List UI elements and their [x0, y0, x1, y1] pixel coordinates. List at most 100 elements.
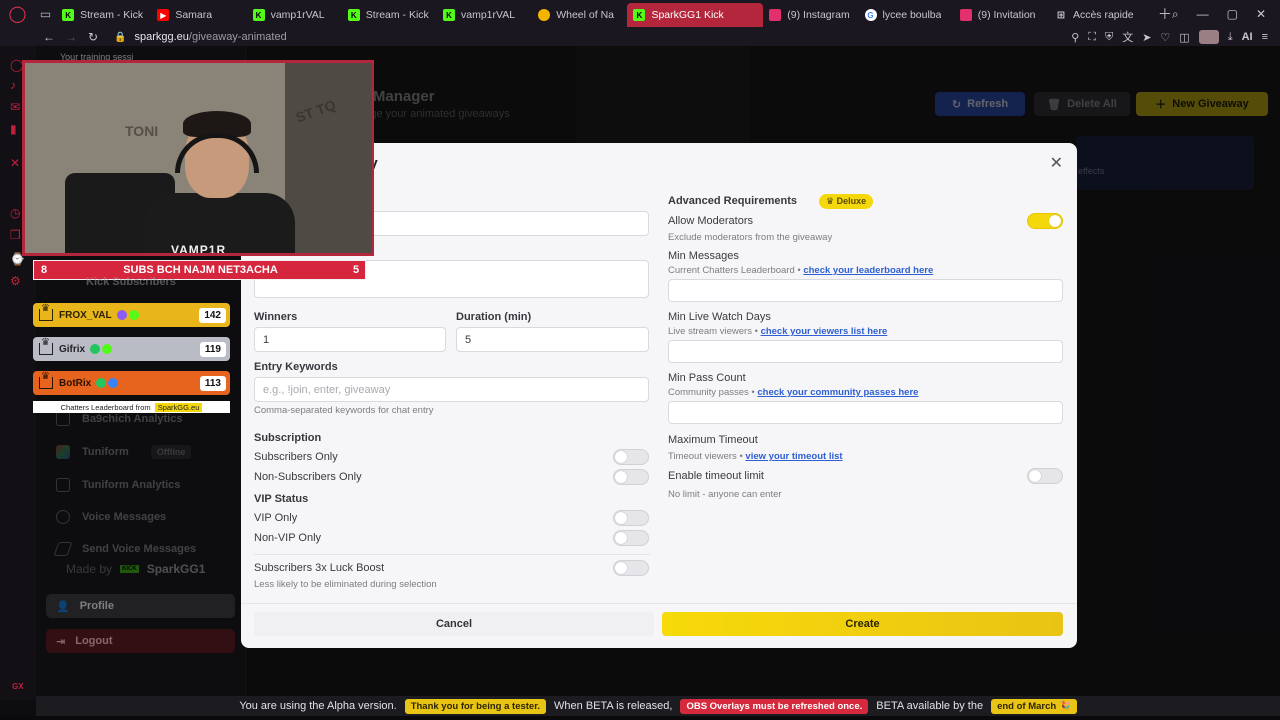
alpha-notice-bar: You are using the Alpha version. Thank y…: [36, 696, 1280, 716]
opera-gx-logo-icon[interactable]: ◯: [0, 0, 35, 28]
min-pass-count-input[interactable]: [668, 401, 1063, 424]
tab-sidebar-icon[interactable]: ▭: [35, 0, 56, 28]
allow-moderators-hint: Exclude moderators from the giveaway: [668, 232, 833, 243]
entry-keywords-hint: Comma-separated keywords for chat entry: [254, 405, 434, 416]
wheel-favicon-icon: [538, 9, 551, 21]
advanced-requirements-label: Advanced Requirements: [668, 195, 797, 207]
close-window-icon[interactable]: ✕: [1256, 7, 1266, 22]
twitch-icon[interactable]: ▮: [10, 122, 17, 136]
viewers-list-link[interactable]: check your viewers list here: [761, 326, 888, 337]
settings-icon[interactable]: ⚙: [10, 274, 21, 288]
allow-moderators-toggle[interactable]: [1027, 213, 1063, 229]
menu-icon[interactable]: ≡: [1262, 31, 1268, 43]
min-watch-days-input[interactable]: [668, 340, 1063, 363]
leaderboard-link[interactable]: check your leaderboard here: [803, 265, 933, 276]
vip-only-toggle[interactable]: [613, 510, 649, 526]
browser-tab[interactable]: (9) Instagram: [763, 3, 858, 27]
messenger-icon[interactable]: ✉: [10, 100, 20, 114]
url-path: /giveaway-animated: [188, 31, 287, 43]
maximize-icon[interactable]: ▢: [1227, 7, 1238, 22]
badge-icon: [90, 344, 101, 354]
leaderboard-footer: Chatters Leaderboard from SparkGG.eu: [33, 401, 230, 413]
browser-tab[interactable]: ▶ Samara: [151, 3, 246, 27]
search-tabs-icon[interactable]: ⌕: [1172, 7, 1179, 22]
bookmark-icon[interactable]: ❒: [10, 228, 21, 242]
send-icon[interactable]: ➤: [1142, 31, 1151, 44]
cancel-button[interactable]: Cancel: [254, 612, 654, 636]
download-icon[interactable]: ⤓: [1228, 31, 1233, 44]
ai-button[interactable]: AI: [1242, 31, 1253, 43]
pin-icon[interactable]: ⚲: [1071, 31, 1079, 44]
forward-icon[interactable]: →: [60, 30, 82, 44]
divider: [254, 554, 650, 555]
leaderboard-row: Gifrix 119: [33, 337, 230, 361]
luck-boost-toggle[interactable]: [613, 560, 649, 576]
translate-icon[interactable]: 文: [1122, 29, 1133, 45]
non-subscribers-only-label: Non-Subscribers Only: [254, 471, 362, 483]
duration-input[interactable]: 5: [456, 327, 649, 352]
subscribers-only-label: Subscribers Only: [254, 451, 338, 463]
non-vip-only-toggle[interactable]: [613, 530, 649, 546]
create-button[interactable]: Create: [662, 612, 1063, 636]
subscribers-only-toggle[interactable]: [613, 449, 649, 465]
webcam-name: VAMP1R: [171, 243, 227, 256]
close-icon[interactable]: ✕: [1050, 153, 1063, 173]
back-icon[interactable]: ←: [38, 30, 60, 44]
beta-date-pill: end of March 🎉: [991, 698, 1077, 714]
webcam-wall-right: [285, 63, 372, 253]
minimize-icon[interactable]: —: [1197, 7, 1209, 22]
browser-tab[interactable]: K Stream - Kick: [342, 3, 437, 27]
music-icon[interactable]: ♪: [10, 78, 16, 92]
browser-tab[interactable]: K Stream - Kick: [56, 3, 151, 27]
min-messages-input[interactable]: [668, 279, 1063, 302]
subs-count-right: 5: [352, 264, 360, 276]
maximum-timeout-hint: Timeout viewers • view your timeout list: [668, 451, 843, 462]
window-controls: ⌕ — ▢ ✕: [1172, 7, 1280, 22]
clock-icon[interactable]: ◷: [10, 206, 20, 220]
browser-tab[interactable]: Kvamp1rVAL: [247, 3, 342, 27]
badge-icon: [96, 378, 107, 388]
browser-tab[interactable]: Kvamp1rVAL: [437, 3, 532, 27]
leaderboard-row: FROX_VAL 142: [33, 303, 230, 327]
snapshot-icon[interactable]: ◫: [1179, 31, 1189, 44]
vip-status-label: VIP Status: [254, 493, 309, 505]
enable-timeout-toggle[interactable]: [1027, 468, 1063, 484]
gx-label: GX: [12, 682, 24, 691]
twitter-icon[interactable]: ✕: [10, 156, 20, 170]
entry-keywords-input[interactable]: e.g., !join, enter, giveaway: [254, 377, 649, 402]
badge-icon: [108, 378, 119, 388]
instagram-favicon-icon: [769, 9, 782, 21]
badge-icon: [102, 344, 113, 354]
heart-icon[interactable]: ♡: [1160, 31, 1170, 44]
subs-goal-bar: 8 SUBS BCH NAJM NET3ACHA 5: [33, 260, 366, 280]
wall-graffiti: TONI: [125, 123, 159, 139]
profile-avatar[interactable]: [1198, 30, 1219, 44]
bottom-strip: [0, 716, 1280, 720]
browser-tab[interactable]: Wheel of Na: [532, 3, 627, 27]
min-watch-days-hint: Live stream viewers • check your viewers…: [668, 326, 888, 337]
non-subscribers-only-toggle[interactable]: [613, 469, 649, 485]
browser-tab[interactable]: (9) Invitation: [954, 3, 1049, 27]
allow-moderators-label: Allow Moderators: [668, 215, 753, 227]
subs-goal-text: SUBS BCH NAJM NET3ACHA: [123, 264, 278, 276]
crown-icon: [39, 372, 53, 389]
browser-tab[interactable]: ⊞ Accès rapide: [1049, 3, 1154, 27]
timeout-list-link[interactable]: view your timeout list: [745, 451, 842, 462]
deluxe-badge: ♛ Deluxe: [819, 194, 874, 209]
enable-timeout-label: Enable timeout limit: [668, 470, 764, 482]
community-passes-link[interactable]: check your community passes here: [757, 387, 918, 398]
subs-count-left: 8: [40, 264, 48, 276]
min-messages-label: Min Messages: [668, 250, 739, 262]
reload-icon[interactable]: ↻: [82, 30, 104, 44]
obs-refresh-pill: OBS Overlays must be refreshed once.: [680, 698, 869, 714]
shield-icon[interactable]: ⛨: [1105, 31, 1113, 44]
winners-input[interactable]: 1: [254, 327, 446, 352]
badge-icon: [128, 310, 139, 320]
new-tab-icon[interactable]: ＋: [1158, 4, 1172, 24]
browser-tab-active[interactable]: K SparkGG1 Kick: [627, 3, 764, 27]
url-field[interactable]: 🔒 sparkgg.eu/giveaway-animated: [114, 31, 287, 43]
url-domain: sparkgg.eu: [134, 31, 189, 43]
google-favicon-icon: G: [864, 9, 877, 21]
browser-tab[interactable]: Glycee boulba: [859, 3, 954, 27]
screenshot-icon[interactable]: ⛶: [1088, 31, 1096, 44]
